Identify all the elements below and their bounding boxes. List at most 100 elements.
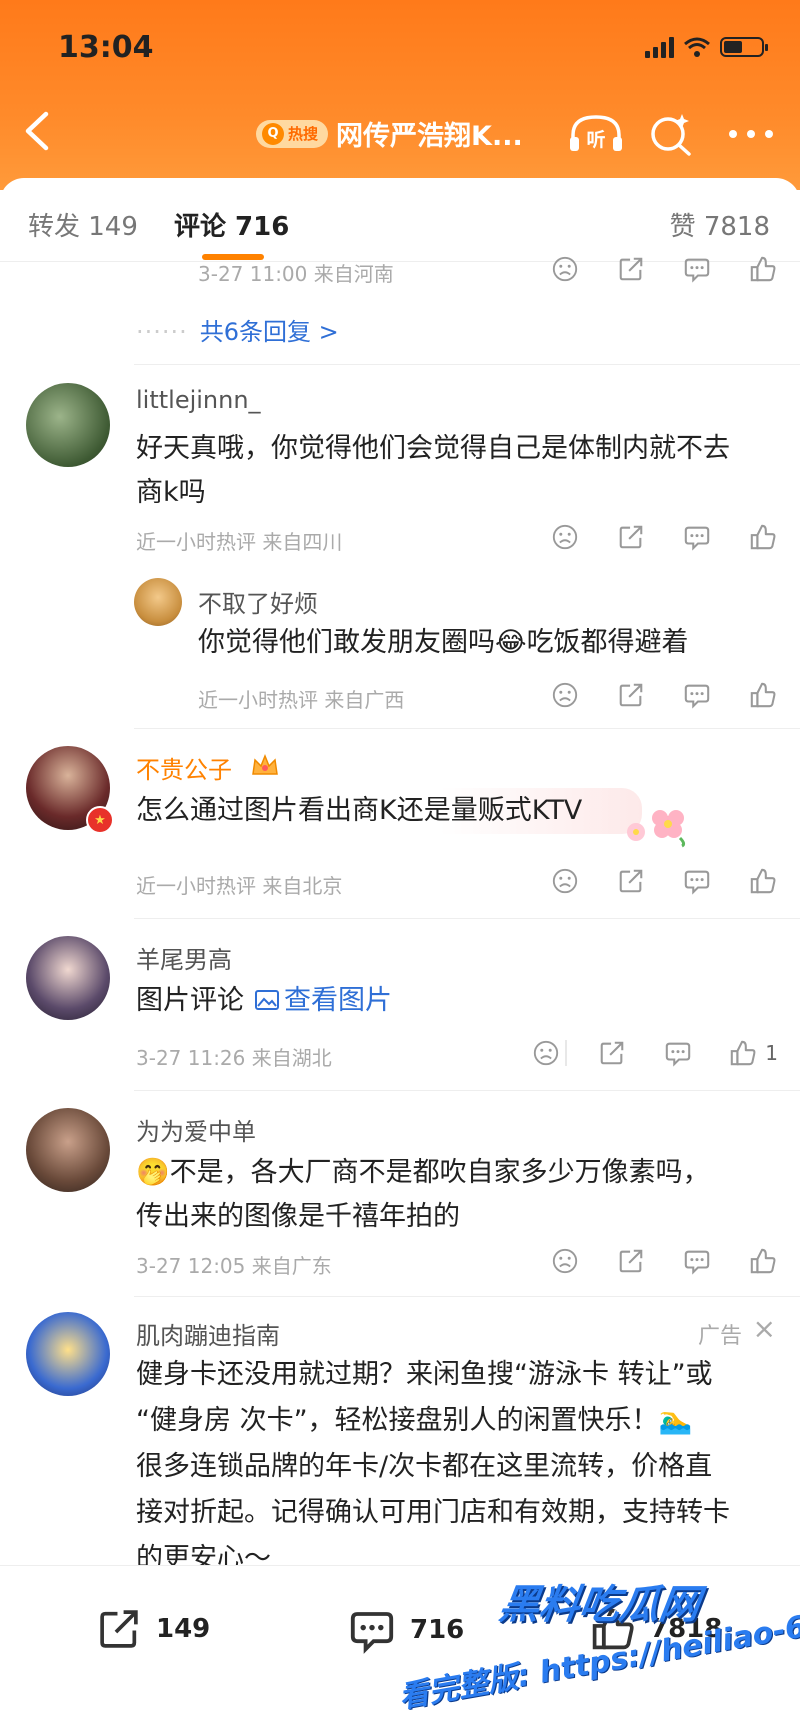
share-button[interactable]	[597, 1038, 627, 1068]
flower-icon	[627, 810, 686, 848]
comment-username[interactable]: 羊尾男高	[136, 940, 232, 975]
top-bar: 13:04 Q 热搜 网传严浩翔K... 听	[0, 0, 800, 190]
avatar[interactable]	[26, 1108, 110, 1192]
status-time: 13:04	[58, 30, 154, 65]
ad-text-line: 接对折起。记得确认可用门店和有效期，支持转卡	[136, 1497, 730, 1528]
title-area[interactable]: Q 热搜 网传严浩翔K...	[256, 114, 523, 153]
avatar[interactable]	[26, 383, 110, 467]
reply-meta: 3-27 11:00 来自河南	[198, 262, 394, 286]
like-icon	[749, 255, 777, 283]
comment-actions	[514, 866, 778, 896]
share-button[interactable]	[616, 1246, 646, 1276]
back-icon[interactable]	[18, 108, 58, 154]
tab-likes[interactable]: 赞 7818	[670, 206, 770, 243]
comment-icon	[683, 867, 711, 895]
comment-bar-button[interactable]: 716	[348, 1606, 464, 1654]
badge-icon: ★	[86, 806, 114, 834]
comment-username[interactable]: 为为爱中单	[136, 1112, 256, 1147]
reply-actions	[514, 680, 778, 710]
view-image-text: 查看图片	[284, 985, 392, 1016]
like-button[interactable]	[748, 680, 778, 710]
like-icon	[729, 1039, 757, 1067]
comment-actions	[514, 522, 778, 552]
repost-icon	[100, 1610, 138, 1648]
like-icon	[749, 867, 777, 895]
divider	[134, 1296, 800, 1297]
dislike-button[interactable]	[550, 680, 580, 710]
share-button[interactable]	[616, 680, 646, 710]
more-replies-link[interactable]: ······ 共6条回复 >	[136, 312, 339, 347]
repost-count: 149	[156, 1614, 211, 1644]
hot-q-icon: Q	[262, 122, 284, 145]
image-icon	[255, 990, 279, 1010]
tab-repost[interactable]: 转发 149	[28, 206, 138, 243]
comment-meta: 近一小时热评 来自北京	[136, 874, 343, 898]
svg-text:听: 听	[586, 128, 605, 151]
more-replies-dots: ······	[136, 318, 188, 346]
ad-username[interactable]: 肌肉蹦迪指南	[136, 1316, 280, 1351]
ad-text-line: “健身房 次卡”，轻松接盘别人的闲置快乐！🏊‍♂️	[136, 1405, 693, 1436]
comment-text: 怎么通过图片看出商K还是量贩式KTV	[136, 788, 643, 834]
battery-icon	[720, 37, 768, 57]
dislike-button[interactable]	[550, 1246, 580, 1276]
comment-username[interactable]: 不贵公子	[136, 750, 232, 785]
comment-button[interactable]	[663, 1038, 693, 1068]
comment-button[interactable]	[682, 1246, 712, 1276]
share-button[interactable]	[616, 254, 646, 284]
like-button[interactable]	[748, 522, 778, 552]
dislike-button[interactable]	[550, 522, 580, 552]
comment-username[interactable]: littlejinnn_	[136, 386, 261, 414]
like-button[interactable]: 1	[729, 1038, 778, 1068]
avatar[interactable]	[26, 1312, 110, 1396]
headphone-icon: 听	[570, 115, 622, 151]
more-replies-text: 共6条回复 >	[199, 318, 339, 346]
share-button[interactable]	[616, 866, 646, 896]
status-icons	[645, 36, 768, 58]
dislike-button[interactable]	[531, 1038, 561, 1068]
comment-actions	[514, 1246, 778, 1276]
like-button[interactable]	[748, 254, 778, 284]
comment-icon	[683, 681, 711, 709]
listen-button[interactable]: 听	[566, 110, 626, 158]
like-button[interactable]	[748, 866, 778, 896]
divider	[134, 364, 800, 365]
dislike-icon	[551, 867, 579, 895]
dislike-icon	[532, 1039, 560, 1067]
tab-comments[interactable]: 评论 716	[174, 206, 289, 243]
comment-button[interactable]	[682, 680, 712, 710]
reply-meta: 近一小时热评 来自广西	[198, 688, 405, 712]
search-button[interactable]	[648, 110, 694, 158]
hot-search-badge: Q 热搜	[256, 119, 329, 148]
share-button[interactable]	[616, 522, 646, 552]
reply-actions	[514, 254, 778, 284]
ad-label: 广告	[697, 1324, 742, 1349]
comment-count: 716	[410, 1615, 465, 1645]
comment-button[interactable]	[682, 522, 712, 552]
share-icon	[617, 867, 645, 895]
share-icon	[617, 1247, 645, 1275]
close-icon[interactable]: ×	[753, 1312, 776, 1345]
dislike-icon	[551, 681, 579, 709]
divider	[134, 918, 800, 919]
like-icon	[749, 681, 777, 709]
reply-username[interactable]: 不取了好烦	[198, 584, 318, 619]
view-image-link[interactable]: 查看图片	[254, 985, 392, 1016]
comment-text-line: 商k吗	[136, 477, 206, 508]
share-icon	[617, 255, 645, 283]
reply-avatar[interactable]	[134, 578, 182, 626]
avatar[interactable]	[26, 936, 110, 1020]
share-icon	[617, 681, 645, 709]
divider	[134, 728, 800, 729]
comment-text: 图片评论 查看图片	[136, 978, 392, 1024]
comment-icon	[683, 1247, 711, 1275]
repost-button[interactable]: 149	[96, 1606, 210, 1652]
dislike-button[interactable]	[550, 866, 580, 896]
reply-text-part: 你觉得他们敢发朋友圈吗	[198, 627, 495, 658]
watermark-logo: 黑料吃瓜网	[496, 1582, 703, 1628]
dislike-icon	[551, 523, 579, 551]
comment-button[interactable]	[682, 866, 712, 896]
dislike-button[interactable]	[550, 254, 580, 284]
more-button[interactable]	[726, 110, 776, 158]
comment-button[interactable]	[682, 254, 712, 284]
like-button[interactable]	[748, 1246, 778, 1276]
